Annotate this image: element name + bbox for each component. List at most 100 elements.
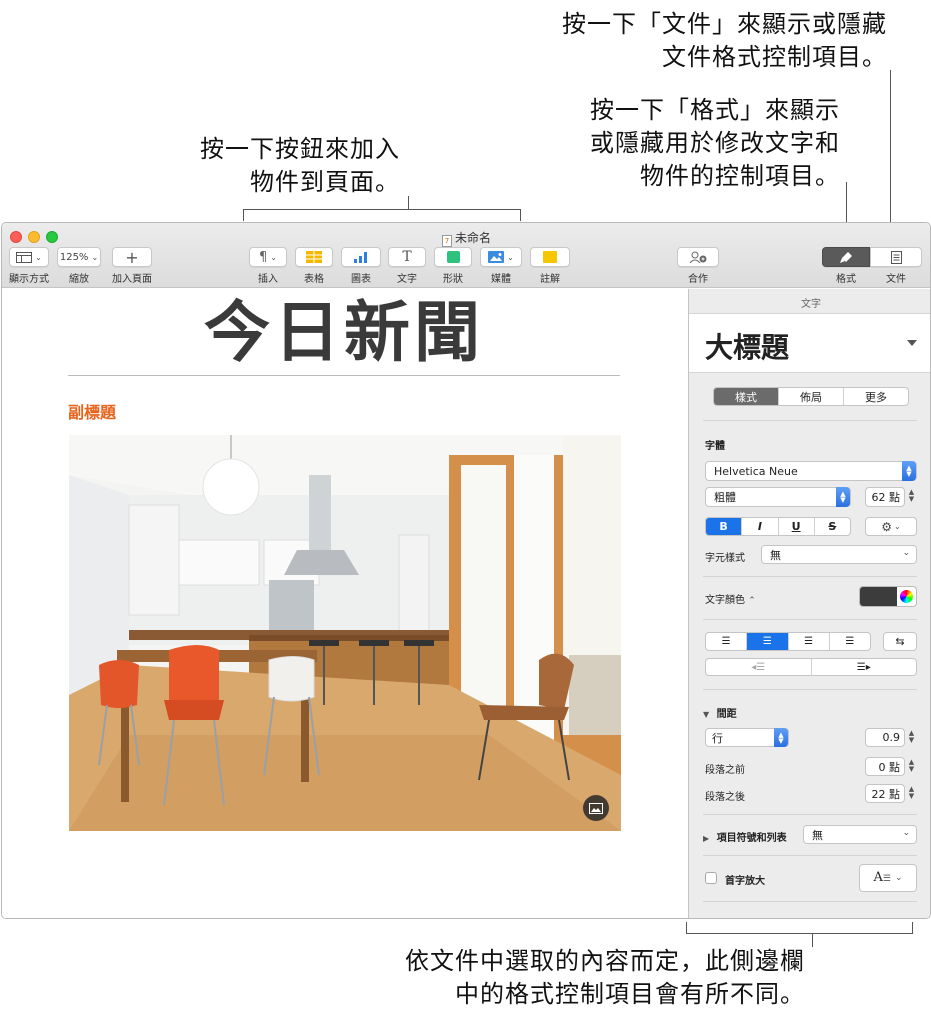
- sidebar-view-icon: [16, 251, 33, 263]
- font-size-stepper[interactable]: ▲ ▼: [907, 489, 916, 503]
- bullets-value: 無: [812, 828, 823, 842]
- indent-icon: ☰▸: [856, 661, 871, 673]
- line-spacing-stepper[interactable]: ▲ ▼: [907, 730, 916, 744]
- headline-rule: [68, 375, 620, 376]
- shape-button[interactable]: [434, 247, 472, 267]
- callout-format-line3: 物件的控制項目。: [640, 162, 840, 190]
- replace-image-button[interactable]: [583, 795, 609, 821]
- triangle-down-icon: [907, 340, 917, 346]
- font-weight-popup[interactable]: 粗體 ▲ ▼: [705, 487, 851, 507]
- bracket-sidebar-r: [912, 922, 913, 934]
- headline-text[interactable]: 今日新聞: [68, 293, 620, 373]
- close-button[interactable]: [10, 231, 22, 243]
- media-button[interactable]: ⌄: [480, 247, 522, 267]
- after-paragraph-stepper[interactable]: ▲ ▼: [907, 786, 916, 800]
- chevron-down-icon: ⌄: [507, 252, 514, 262]
- chart-button[interactable]: [341, 247, 381, 267]
- align-right-button[interactable]: ☰: [789, 633, 830, 650]
- subhead-text[interactable]: 副標題: [68, 399, 116, 423]
- before-paragraph-stepper[interactable]: ▲ ▼: [907, 759, 916, 773]
- align-center-button[interactable]: ☰: [747, 633, 789, 650]
- collaborate-label: 合作: [688, 274, 708, 285]
- align-center-icon: ☰: [762, 636, 772, 647]
- char-style-value: 無: [770, 548, 781, 562]
- underline-button[interactable]: U: [779, 518, 815, 535]
- kitchen-photo[interactable]: [69, 435, 621, 831]
- justify-button[interactable]: ☰: [830, 633, 870, 650]
- bullets-label: 項目符號和列表: [716, 833, 787, 844]
- spacing-disclosure[interactable]: ▼ 間距: [703, 705, 737, 720]
- document-label: 文件: [886, 274, 906, 285]
- view-label: 顯示方式: [9, 274, 49, 285]
- paintbrush-icon: [840, 251, 852, 263]
- document-canvas[interactable]: 今日新聞 副標題: [2, 289, 688, 918]
- font-size-field[interactable]: 62 點: [865, 487, 905, 507]
- format-label: 格式: [836, 274, 856, 285]
- callout-format-line2: 或隱藏用於修改文字和: [590, 129, 840, 157]
- text-direction-button[interactable]: ⇆: [883, 632, 917, 651]
- bold-button[interactable]: B: [706, 518, 743, 535]
- tab-more[interactable]: 更多: [844, 388, 908, 405]
- add-page-button[interactable]: +: [112, 247, 152, 267]
- text-button[interactable]: T: [388, 247, 426, 267]
- tab-layout[interactable]: 佈局: [779, 388, 844, 405]
- text-label: 文字: [397, 274, 417, 285]
- leader-document: [890, 70, 891, 228]
- strikethrough-button[interactable]: S: [815, 518, 850, 535]
- drop-cap-checkbox[interactable]: [705, 872, 717, 884]
- pages-doc-icon: 7: [442, 235, 452, 247]
- after-paragraph-label: 段落之後: [705, 792, 745, 803]
- color-wheel-icon[interactable]: [897, 587, 916, 606]
- window-title: 7 未命名: [442, 229, 491, 247]
- updown-icon: ▲ ▼: [902, 461, 916, 481]
- line-spacing-field[interactable]: 0.9: [865, 728, 905, 747]
- document-button[interactable]: [870, 247, 922, 267]
- align-right-icon: ☰: [804, 636, 814, 647]
- paragraph-style-popup[interactable]: 大標題: [689, 313, 930, 373]
- increase-indent-button[interactable]: ☰▸: [812, 659, 917, 675]
- justify-icon: ☰: [845, 636, 855, 647]
- italic-button[interactable]: I: [742, 518, 779, 535]
- before-paragraph-field[interactable]: 0 點: [865, 757, 905, 776]
- callout-document-line1: 按一下「文件」來顯示或隱藏: [562, 10, 887, 38]
- font-family-popup[interactable]: Helvetica Neue ▲ ▼: [705, 461, 917, 481]
- comment-icon: [543, 251, 557, 263]
- advanced-options-button[interactable]: ⚙ ⌄: [865, 517, 917, 536]
- view-button[interactable]: ⌄: [9, 247, 49, 267]
- divider: [703, 576, 917, 577]
- bullets-disclosure[interactable]: ▶ 項目符號和列表: [703, 829, 787, 844]
- text-color-well[interactable]: [859, 586, 917, 607]
- chevron-down-icon: ⌄: [894, 522, 901, 531]
- drop-cap-style-popup[interactable]: A☰ ⌄: [859, 864, 917, 892]
- callout-insert-line2: 物件到頁面。: [250, 168, 400, 196]
- indent-buttons: ◂☰ ☰▸: [705, 658, 917, 676]
- text-color-label-text: 文字顏色: [705, 595, 745, 606]
- before-paragraph-label: 段落之前: [705, 765, 745, 776]
- updown-icon: ▲ ▼: [836, 487, 850, 507]
- table-button[interactable]: [295, 247, 333, 267]
- insert-label: 插入: [258, 274, 278, 285]
- zoom-button[interactable]: [46, 231, 58, 243]
- zoom-popup[interactable]: 125% ⌄: [57, 247, 101, 267]
- format-button[interactable]: [822, 247, 870, 267]
- insert-button[interactable]: ¶ ⌄: [249, 247, 287, 267]
- callout-sidebar-line1: 依文件中選取的內容而定，此側邊欄: [405, 947, 805, 975]
- decrease-indent-button[interactable]: ◂☰: [706, 659, 812, 675]
- shape-icon: [446, 251, 460, 263]
- minimize-button[interactable]: [28, 231, 40, 243]
- updown-icon: ⌃: [748, 596, 756, 606]
- collaborate-button[interactable]: [677, 247, 719, 267]
- chevron-down-icon: ⌄: [270, 252, 277, 262]
- bracket-sidebar-h: [686, 933, 913, 934]
- tab-style[interactable]: 樣式: [714, 388, 779, 405]
- bracket-insert-c: [408, 196, 409, 209]
- after-paragraph-field[interactable]: 22 點: [865, 784, 905, 803]
- callout-document: 按一下「文件」來顯示或隱藏 文件格式控制項目。: [522, 8, 887, 74]
- bullets-popup[interactable]: 無 ⌄: [803, 825, 917, 844]
- char-style-popup[interactable]: 無 ⌄: [761, 545, 917, 564]
- line-spacing-popup[interactable]: 行 ▲ ▼: [705, 728, 789, 747]
- drop-cap-label: 首字放大: [725, 876, 765, 887]
- bracket-sidebar-l: [686, 922, 687, 934]
- align-left-button[interactable]: ☰: [706, 633, 748, 650]
- comment-button[interactable]: [530, 247, 570, 267]
